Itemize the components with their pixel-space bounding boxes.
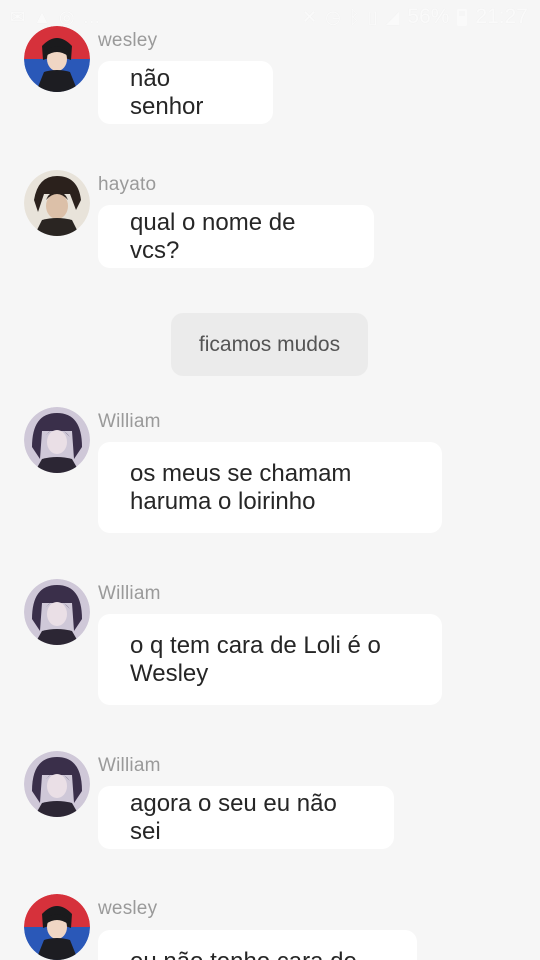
user-avatar-william[interactable] bbox=[24, 751, 90, 817]
chat-thread: wesley não senhor hayato qual o nome de … bbox=[0, 0, 540, 960]
message-username[interactable]: hayato bbox=[98, 174, 156, 196]
message-bubble[interactable]: qual o nome de vcs? bbox=[98, 205, 374, 268]
user-avatar-hayato[interactable] bbox=[24, 170, 90, 236]
user-avatar-william[interactable] bbox=[24, 407, 90, 473]
system-message: ficamos mudos bbox=[171, 313, 368, 376]
message-username[interactable]: wesley bbox=[98, 898, 157, 920]
message-bubble[interactable]: eu não tenho cara de loli bbox=[98, 930, 417, 960]
message-username[interactable]: William bbox=[98, 755, 161, 777]
message-bubble[interactable]: agora o seu eu não sei bbox=[98, 786, 394, 849]
user-avatar-william[interactable] bbox=[24, 579, 90, 645]
user-avatar-wesley[interactable] bbox=[24, 894, 90, 960]
message-bubble[interactable]: não senhor bbox=[98, 61, 273, 124]
message-bubble[interactable]: os meus se chamam haruma o loirinho bbox=[98, 442, 442, 533]
message-username[interactable]: wesley bbox=[98, 30, 157, 52]
message-username[interactable]: William bbox=[98, 411, 161, 433]
user-avatar-wesley[interactable] bbox=[24, 26, 90, 92]
message-bubble[interactable]: o q tem cara de Loli é o Wesley bbox=[98, 614, 442, 705]
message-username[interactable]: William bbox=[98, 583, 161, 605]
